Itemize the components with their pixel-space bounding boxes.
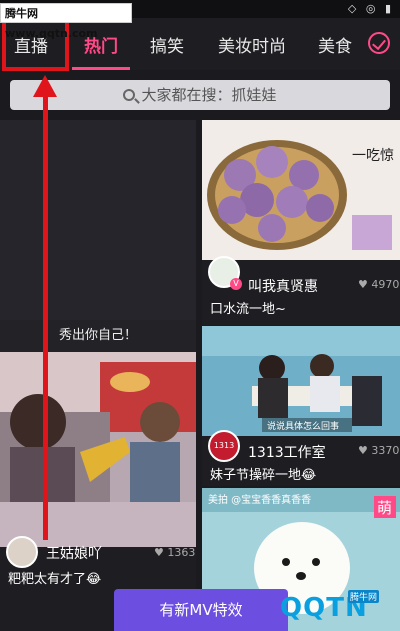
tengniu-logo-badge: 腾牛网 bbox=[348, 590, 380, 603]
video-thumbnail: 一吃惊 bbox=[202, 120, 400, 260]
tab-food[interactable]: 美食 bbox=[318, 32, 352, 57]
annotation-arrow-line bbox=[43, 92, 48, 540]
video-description: 妹子节操碎一地😂 bbox=[210, 468, 317, 483]
food-caption: 一吃惊 bbox=[352, 148, 394, 164]
search-icon bbox=[123, 89, 136, 101]
office-caption: 说说具体怎么回事 bbox=[267, 420, 339, 432]
author-name[interactable]: 叫我真贤惠 bbox=[248, 276, 318, 296]
video-description: 口水流一地~ bbox=[210, 302, 286, 317]
check-circle-icon[interactable] bbox=[368, 32, 390, 54]
left-top-card[interactable] bbox=[0, 120, 196, 320]
author-name[interactable]: 王姑娘吖 bbox=[46, 543, 102, 563]
like-count: ♥ 3370 bbox=[358, 444, 400, 457]
search-bar[interactable]: 大家都在搜：抓娃娃 bbox=[10, 80, 390, 110]
status-icons: ◇ ◎ ▮ bbox=[347, 2, 394, 15]
like-count-value: 4970 bbox=[371, 278, 400, 291]
author-name[interactable]: 1313工作室 bbox=[248, 442, 326, 462]
video-thumbnail: 说说具体怎么回事 bbox=[202, 326, 400, 436]
video-feed: 秀出你自己！ 王姑娘吖 ♥ 1363 粑粑太有才了😂 一吃惊 V 叫我真贤惠 ♥… bbox=[0, 120, 400, 631]
tab-funny[interactable]: 搞笑 bbox=[150, 32, 184, 57]
dog-top-caption: 美拍 @宝宝香香真香香 bbox=[208, 493, 311, 506]
tab-beauty-fashion[interactable]: 美妆时尚 bbox=[218, 32, 286, 57]
active-tab-indicator bbox=[72, 67, 130, 70]
search-placeholder: 大家都在搜：抓娃娃 bbox=[141, 86, 277, 104]
video-description: 粑粑太有才了😂 bbox=[8, 572, 102, 587]
avatar[interactable]: 1313 bbox=[208, 430, 240, 462]
show-yourself-banner[interactable]: 秀出你自己！ bbox=[0, 320, 196, 352]
like-count-value: 3370 bbox=[371, 444, 400, 457]
video-thumbnail bbox=[0, 352, 196, 547]
cute-badge: 萌 bbox=[377, 499, 392, 517]
like-count: ♥ 4970 bbox=[358, 278, 400, 291]
verified-icon: V bbox=[230, 278, 242, 290]
site-watermark: 腾牛网 www.qqtn.com bbox=[0, 3, 132, 40]
like-count-value: 1363 bbox=[167, 546, 196, 559]
avatar[interactable] bbox=[6, 536, 38, 568]
video-card-1313[interactable]: 说说具体怎么回事 1313 1313工作室 ♥ 3370 妹子节操碎一地😂 bbox=[202, 326, 400, 486]
like-count: ♥ 1363 bbox=[154, 546, 196, 559]
new-effect-toast[interactable]: 有新MV特效 bbox=[114, 589, 288, 631]
video-card-xianhui[interactable]: 一吃惊 V 叫我真贤惠 ♥ 4970 口水流一地~ bbox=[202, 120, 400, 325]
